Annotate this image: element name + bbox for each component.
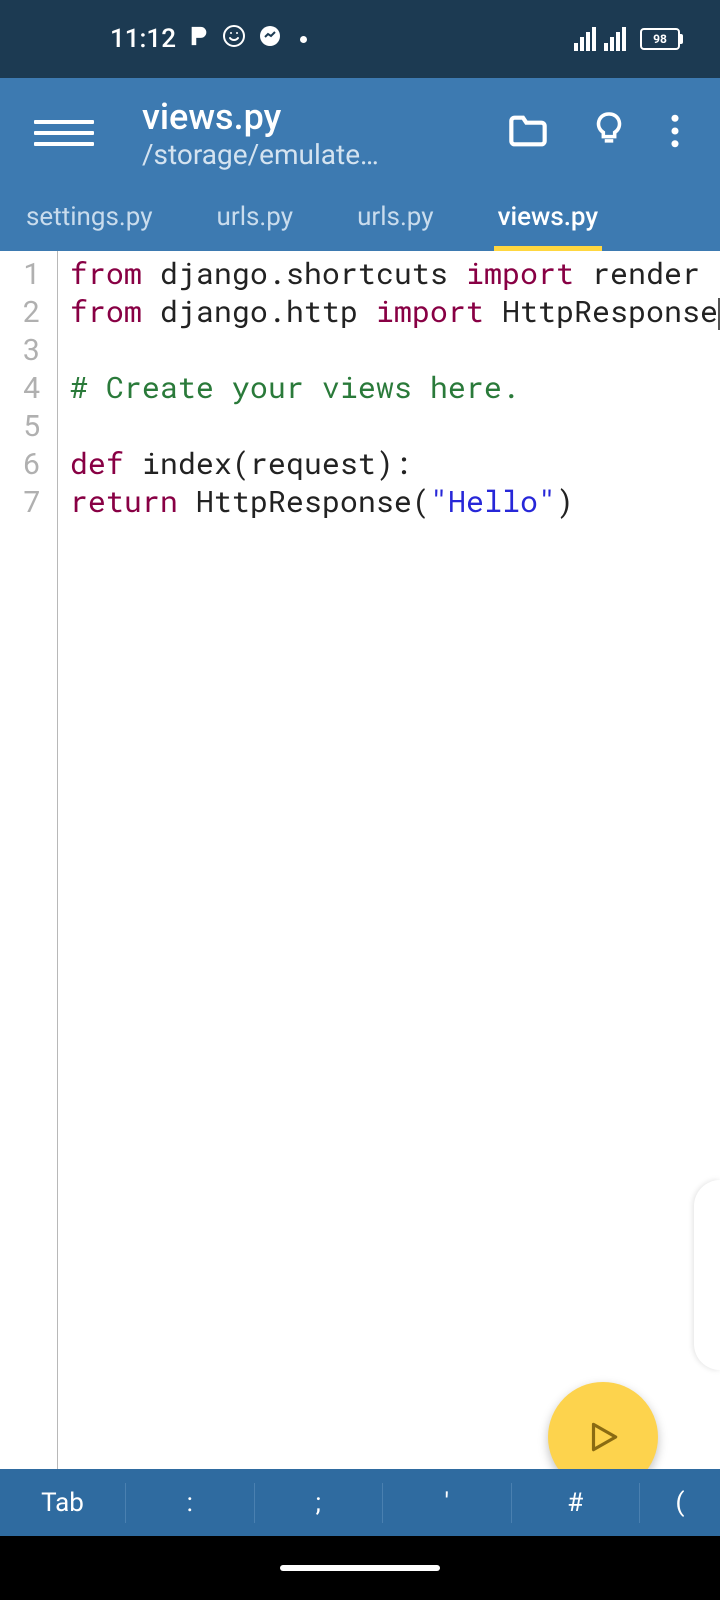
code-editor[interactable]: 1 2 3 4 5 6 7 from django.shortcuts impo… — [0, 251, 720, 1469]
status-right: 98 — [574, 27, 680, 51]
line-number: 7 — [0, 483, 41, 521]
title-block: views.py /storage/emulate… — [142, 96, 508, 171]
messenger-icon — [258, 24, 282, 54]
key-quote[interactable]: ' — [383, 1483, 512, 1523]
hamburger-menu-icon[interactable] — [34, 120, 94, 146]
key-paren[interactable]: ( — [640, 1483, 720, 1523]
nav-pill-icon[interactable] — [280, 1565, 440, 1571]
file-title: views.py — [142, 96, 508, 138]
tab-views[interactable]: views.py — [494, 188, 603, 251]
file-path: /storage/emulate… — [142, 138, 508, 171]
key-hash[interactable]: # — [512, 1483, 641, 1523]
code-line[interactable] — [70, 331, 720, 369]
tab-urls-2[interactable]: urls.py — [353, 188, 438, 251]
side-handle[interactable] — [694, 1180, 720, 1370]
symbol-bar: Tab : ; ' # ( — [0, 1469, 720, 1536]
line-gutter: 1 2 3 4 5 6 7 — [0, 251, 58, 1469]
toolbar-icons — [508, 111, 700, 155]
line-number: 6 — [0, 445, 41, 483]
code-line[interactable]: from django.http import HttpResponse — [70, 293, 720, 331]
app-bar: views.py /storage/emulate… — [0, 78, 720, 188]
code-line[interactable]: # Create your views here. — [70, 369, 720, 407]
line-number: 2 — [0, 293, 41, 331]
key-tab[interactable]: Tab — [0, 1483, 126, 1523]
tab-bar: settings.py urls.py urls.py views.py — [0, 188, 720, 251]
line-number: 5 — [0, 407, 41, 445]
signal-icon — [574, 27, 596, 51]
signal-icon-2 — [604, 27, 626, 51]
pandora-icon — [188, 25, 210, 53]
status-time: 11:12 — [110, 24, 176, 54]
folder-icon[interactable] — [508, 114, 548, 152]
tab-urls-1[interactable]: urls.py — [213, 188, 298, 251]
line-number: 3 — [0, 331, 41, 369]
line-number: 4 — [0, 369, 41, 407]
status-bar: 11:12 98 — [0, 0, 720, 78]
key-semicolon[interactable]: ; — [255, 1483, 384, 1523]
tab-settings[interactable]: settings.py — [22, 188, 157, 251]
status-left: 11:12 — [110, 24, 307, 54]
lightbulb-icon[interactable] — [592, 111, 626, 155]
code-body[interactable]: from django.shortcuts import render from… — [58, 251, 720, 1469]
whatsapp-icon — [222, 24, 246, 54]
code-line[interactable]: return HttpResponse("Hello") — [70, 483, 720, 521]
code-line[interactable] — [70, 407, 720, 445]
battery-icon: 98 — [640, 28, 680, 50]
code-line[interactable]: from django.shortcuts import render — [70, 255, 720, 293]
more-vert-icon[interactable] — [670, 114, 680, 152]
nav-bar[interactable] — [0, 1536, 720, 1600]
key-colon[interactable]: : — [126, 1483, 255, 1523]
code-line[interactable]: def index(request): — [70, 445, 720, 483]
notification-dot-icon — [300, 36, 307, 43]
line-number: 1 — [0, 255, 41, 293]
play-icon — [584, 1418, 622, 1456]
